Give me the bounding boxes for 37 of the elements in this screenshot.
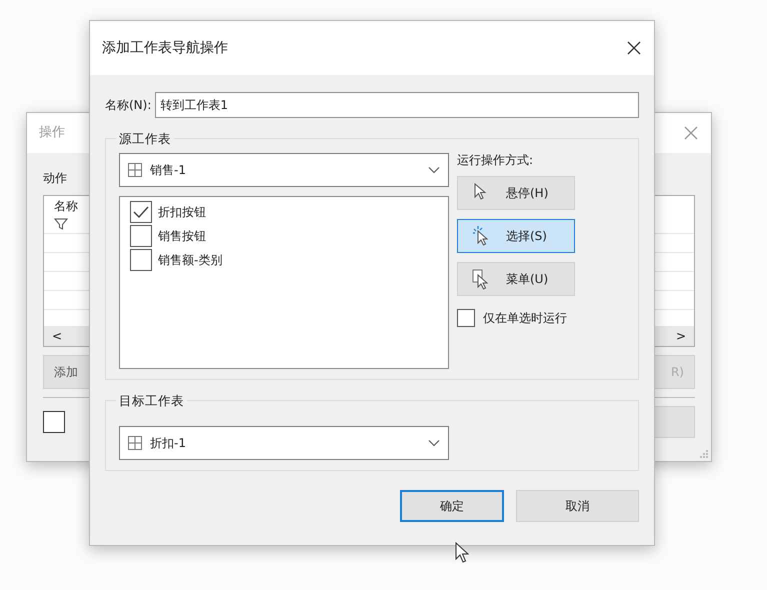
scroll-arrow[interactable]: < xyxy=(52,327,62,345)
close-button[interactable] xyxy=(626,40,642,56)
cancel-button[interactable]: 取消 xyxy=(516,490,639,522)
run-mode-button[interactable]: 选择(S) xyxy=(457,219,575,253)
list-item-label: 折扣按钮 xyxy=(158,204,206,221)
clicking-cursor-icon xyxy=(472,226,488,246)
scroll-arrow[interactable]: > xyxy=(676,327,686,345)
checkbox[interactable] xyxy=(130,225,152,247)
checkbox[interactable] xyxy=(130,201,152,223)
dialog-title: 添加工作表导航操作 xyxy=(102,38,228,58)
list-item-label: 销售按钮 xyxy=(158,228,206,245)
checkbox-label: 仅在单选时运行 xyxy=(483,310,567,327)
window-title: 操作 xyxy=(39,124,65,142)
close-icon xyxy=(626,40,642,56)
name-field[interactable]: 转到工作表1 xyxy=(155,92,639,118)
run-mode-button[interactable]: 悬停(H) xyxy=(457,176,575,210)
grid-icon xyxy=(128,163,142,177)
resize-grip-icon xyxy=(700,450,708,458)
checkbox[interactable] xyxy=(457,309,475,327)
ok-button[interactable]: 确定 xyxy=(400,490,504,522)
chevron-down-icon xyxy=(428,166,440,174)
name-label: 名称(N): xyxy=(105,97,152,114)
sheet-dropdown[interactable]: 销售-1 xyxy=(119,153,449,187)
close-icon xyxy=(683,125,699,141)
run-mode-button[interactable]: 菜单(U) xyxy=(457,262,575,296)
section-label: 动作 xyxy=(43,171,67,185)
column-header: 名称 xyxy=(54,198,78,214)
checkbox[interactable] xyxy=(130,249,152,271)
mouse-pointer-icon xyxy=(455,542,469,563)
list-item-label: 销售额-类别 xyxy=(158,252,222,269)
chevron-down-icon xyxy=(428,439,440,447)
menu-cursor-icon xyxy=(472,268,488,290)
checkbox[interactable] xyxy=(43,411,65,433)
run-mode-label: 运行操作方式: xyxy=(457,152,534,169)
filter-icon xyxy=(54,217,68,231)
sheet-dropdown[interactable]: 折扣-1 xyxy=(119,426,449,460)
grid-icon xyxy=(128,436,142,450)
